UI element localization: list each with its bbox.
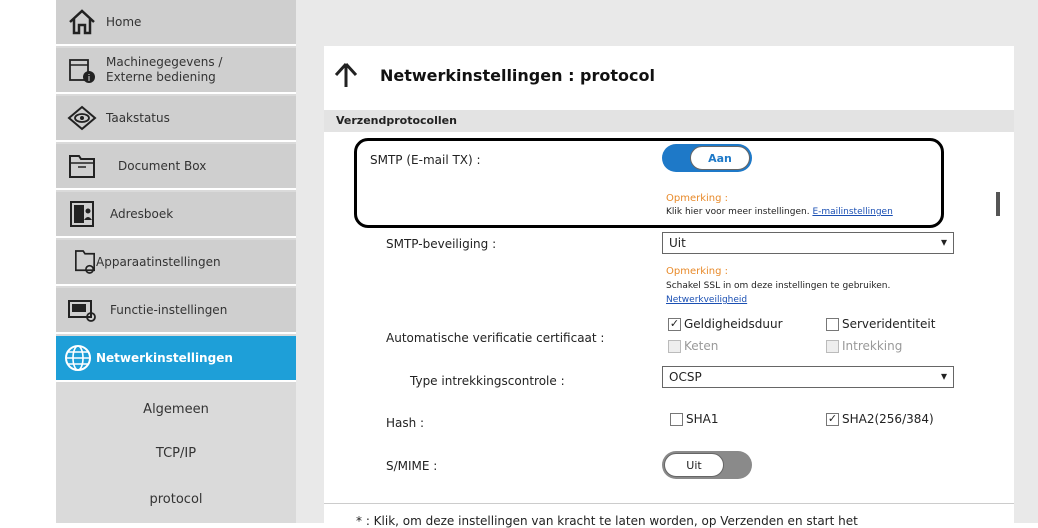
chevron-down-icon: ▾	[940, 369, 947, 383]
revocation-value: OCSP	[669, 370, 702, 384]
sidebar-item-address-book[interactable]: Adresboek	[56, 192, 296, 238]
sidebar: Home i Machinegegevens / Externe bedieni…	[56, 0, 296, 523]
hash-option-sha2[interactable]: ✓ SHA2(256/384)	[826, 412, 934, 426]
sidebar-item-job-status[interactable]: Taakstatus	[56, 96, 296, 142]
device-settings-icon	[74, 244, 96, 280]
smtp-security-value: Uit	[669, 236, 686, 250]
checkbox[interactable]	[826, 317, 839, 331]
sidebar-item-document-box[interactable]: Document Box	[56, 144, 296, 190]
sidebar-item-label: Adresboek	[110, 206, 174, 221]
sidebar-item-device-settings[interactable]: Apparaatinstellingen	[56, 240, 296, 286]
checkbox	[668, 339, 681, 353]
hash-option-sha1[interactable]: SHA1	[670, 412, 718, 426]
footer-note: * : Klik, om deze instellingen van krach…	[356, 514, 858, 528]
footer-divider	[324, 503, 1014, 504]
eye-icon	[64, 100, 100, 136]
sidebar-item-home[interactable]: Home	[56, 0, 296, 46]
sidebar-item-network-settings[interactable]: Netwerkinstellingen	[56, 336, 296, 382]
cert-option-validity[interactable]: ✓ Geldigheidsduur	[668, 317, 783, 331]
checkbox-label: Serveridentiteit	[842, 317, 936, 331]
smtp-security-note-text: Schakel SSL in om deze instellingen te g…	[666, 281, 891, 291]
revocation-label: Type intrekkingscontrole :	[410, 374, 565, 388]
sidebar-item-label: Home	[106, 14, 142, 29]
checkbox-label: Keten	[684, 339, 719, 353]
network-security-link[interactable]: Netwerkveiligheid	[666, 295, 747, 305]
checkbox-label: SHA1	[686, 412, 719, 426]
checkbox[interactable]	[670, 412, 683, 426]
checkbox-label: SHA2(256/384)	[842, 412, 934, 426]
checkbox-label: Intrekking	[842, 339, 903, 353]
smime-toggle[interactable]: Uit	[662, 451, 752, 479]
smime-label: S/MIME :	[386, 459, 438, 473]
device-info-icon: i	[64, 52, 100, 88]
smtp-security-select[interactable]: Uit ▾	[662, 232, 954, 254]
home-icon	[64, 4, 100, 40]
sidebar-subitem-general[interactable]: Algemeen	[56, 386, 296, 432]
svg-text:i: i	[88, 74, 91, 84]
function-settings-icon	[64, 292, 100, 328]
smime-toggle-label: Uit	[664, 453, 724, 477]
address-book-icon	[64, 196, 100, 232]
sidebar-item-device-info[interactable]: i Machinegegevens / Externe bediening	[56, 48, 296, 94]
sidebar-item-label: Taakstatus	[106, 110, 170, 125]
arrow-up-icon[interactable]	[334, 62, 358, 92]
checkbox	[826, 339, 839, 353]
cert-option-revocation: Intrekking	[826, 339, 902, 353]
scrollbar-thumb[interactable]	[996, 192, 1000, 216]
revocation-select[interactable]: OCSP ▾	[662, 366, 954, 388]
highlight-frame	[354, 138, 944, 228]
section-title: Verzendprotocollen	[336, 114, 457, 127]
cert-option-chain: Keten	[668, 339, 718, 353]
sidebar-subitem-tcpip[interactable]: TCP/IP	[56, 430, 296, 476]
sidebar-item-function-settings[interactable]: Functie-instellingen	[56, 288, 296, 334]
hash-label: Hash :	[386, 416, 425, 430]
smtp-security-label: SMTP-beveiliging :	[386, 237, 497, 251]
sidebar-item-label: Netwerkinstellingen	[96, 350, 233, 365]
checkbox-label: Geldigheidsduur	[684, 317, 783, 331]
cert-label: Automatische verificatie certificaat :	[386, 331, 605, 345]
cert-option-server-identity[interactable]: Serveridentiteit	[826, 317, 935, 331]
sidebar-item-label: Apparaatinstellingen	[96, 254, 221, 269]
checkbox[interactable]: ✓	[668, 317, 681, 331]
chevron-down-icon: ▾	[940, 235, 947, 249]
page-title: Netwerkinstellingen : protocol	[380, 66, 655, 85]
sidebar-item-label: Document Box	[118, 158, 207, 173]
sidebar-item-label: Functie-instellingen	[110, 302, 228, 317]
folder-icon	[64, 148, 100, 184]
sidebar-item-label: Machinegegevens / Externe bediening	[106, 55, 223, 84]
sidebar-subitem-protocol[interactable]: protocol	[56, 476, 296, 522]
smtp-security-note-title: Opmerking :	[666, 266, 729, 277]
checkbox[interactable]: ✓	[826, 412, 839, 426]
globe-icon	[60, 340, 96, 376]
